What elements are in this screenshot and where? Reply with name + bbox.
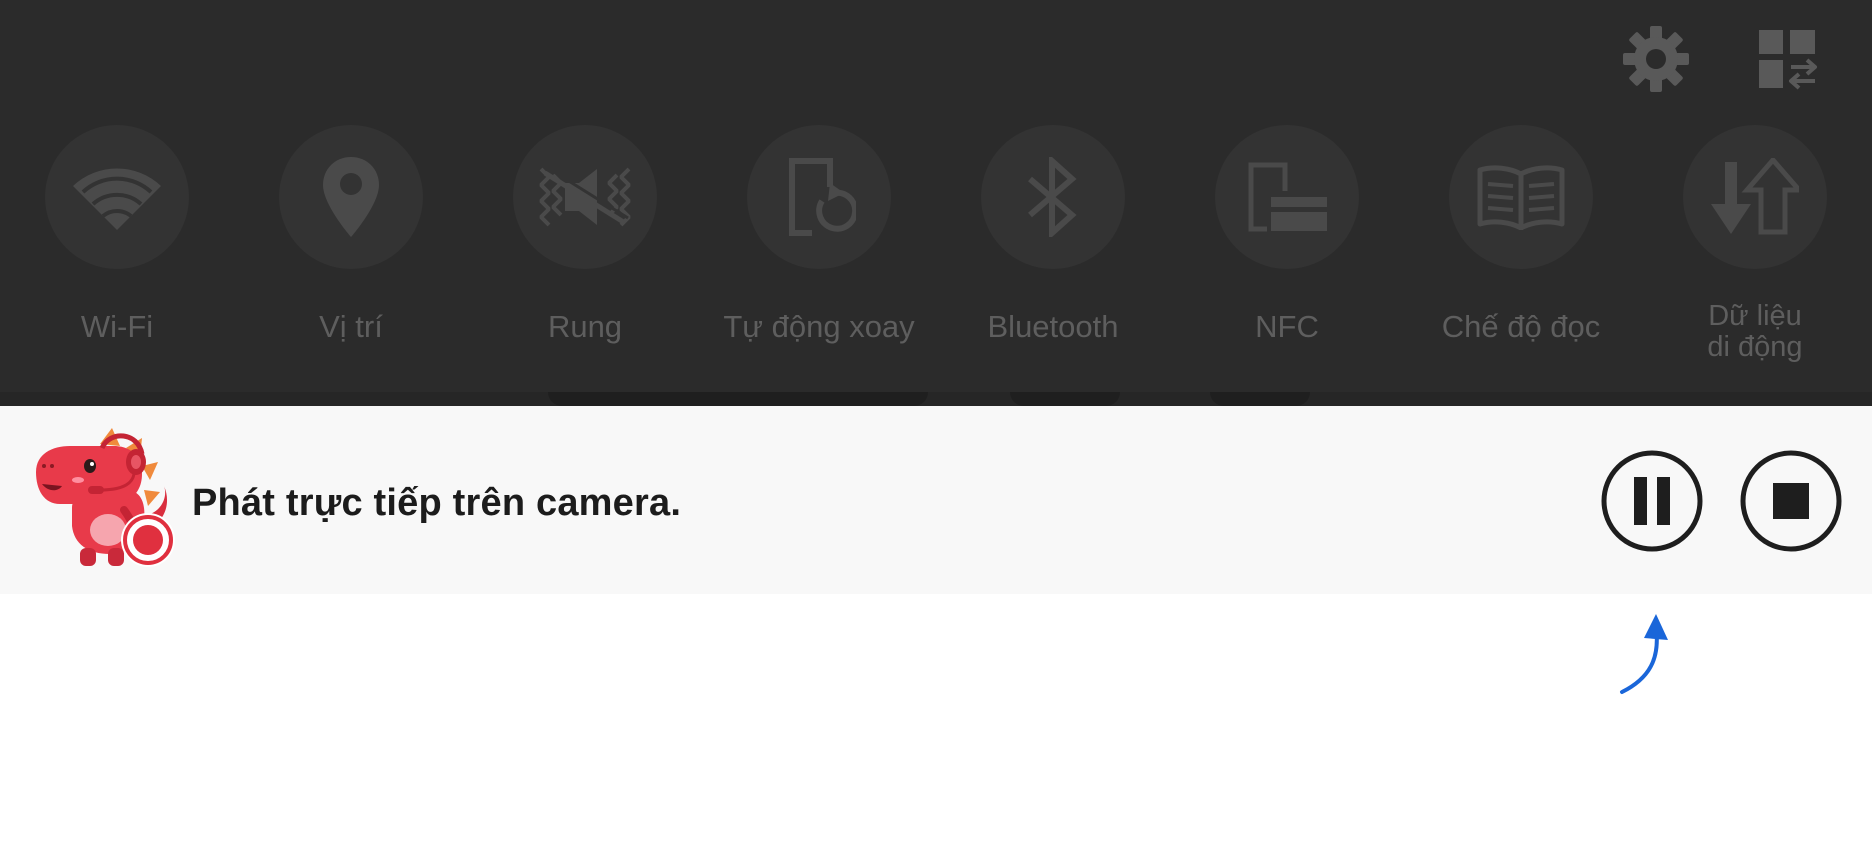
- nfc-icon: [1215, 125, 1359, 269]
- tile-location[interactable]: Vị trí: [234, 125, 468, 365]
- live-recording-notification[interactable]: Phát trực tiếp trên camera.: [0, 406, 1872, 594]
- dino-mascot-recording-icon: [30, 426, 180, 576]
- wifi-icon: [45, 125, 189, 269]
- edit-tiles-icon[interactable]: [1752, 24, 1822, 94]
- tile-label-location: Vị trí: [319, 309, 383, 344]
- location-pin-icon: [279, 125, 423, 269]
- stop-icon: [1740, 450, 1842, 552]
- tile-label-nfc: NFC: [1255, 309, 1319, 344]
- tile-label-mobile-data: Dữ liệu di động: [1707, 300, 1803, 363]
- tile-reading-mode[interactable]: Chế độ đọc: [1404, 125, 1638, 365]
- tile-wifi[interactable]: Wi-Fi: [0, 125, 234, 365]
- gear-icon[interactable]: [1621, 24, 1691, 94]
- stop-button[interactable]: [1740, 450, 1842, 552]
- pause-icon: [1601, 450, 1703, 552]
- tile-nfc[interactable]: NFC: [1170, 125, 1404, 365]
- vibrate-icon: [513, 125, 657, 269]
- pause-button[interactable]: [1601, 450, 1703, 552]
- quick-settings-panel: Wi-Fi Vị trí Rung Tự động xoay Bluetooth…: [0, 0, 1872, 392]
- background-content-strip: [0, 392, 1872, 406]
- auto-rotate-icon: [747, 125, 891, 269]
- tile-label-reading-mode: Chế độ đọc: [1441, 309, 1601, 344]
- tile-mobile-data[interactable]: Dữ liệu di động: [1638, 125, 1872, 365]
- notification-message: Phát trực tiếp trên camera.: [192, 482, 682, 524]
- reading-mode-icon: [1449, 125, 1593, 269]
- bluetooth-icon: [981, 125, 1125, 269]
- tile-auto-rotate[interactable]: Tự động xoay: [702, 125, 936, 365]
- tile-vibrate[interactable]: Rung: [468, 125, 702, 365]
- curved-arrow-up-icon: [1610, 612, 1680, 696]
- tile-bluetooth[interactable]: Bluetooth: [936, 125, 1170, 365]
- tile-label-bluetooth: Bluetooth: [987, 309, 1119, 344]
- tile-label-wifi: Wi-Fi: [80, 309, 154, 344]
- mobile-data-icon: [1683, 125, 1827, 269]
- tile-label-auto-rotate: Tự động xoay: [723, 309, 915, 344]
- tile-label-vibrate: Rung: [547, 309, 623, 344]
